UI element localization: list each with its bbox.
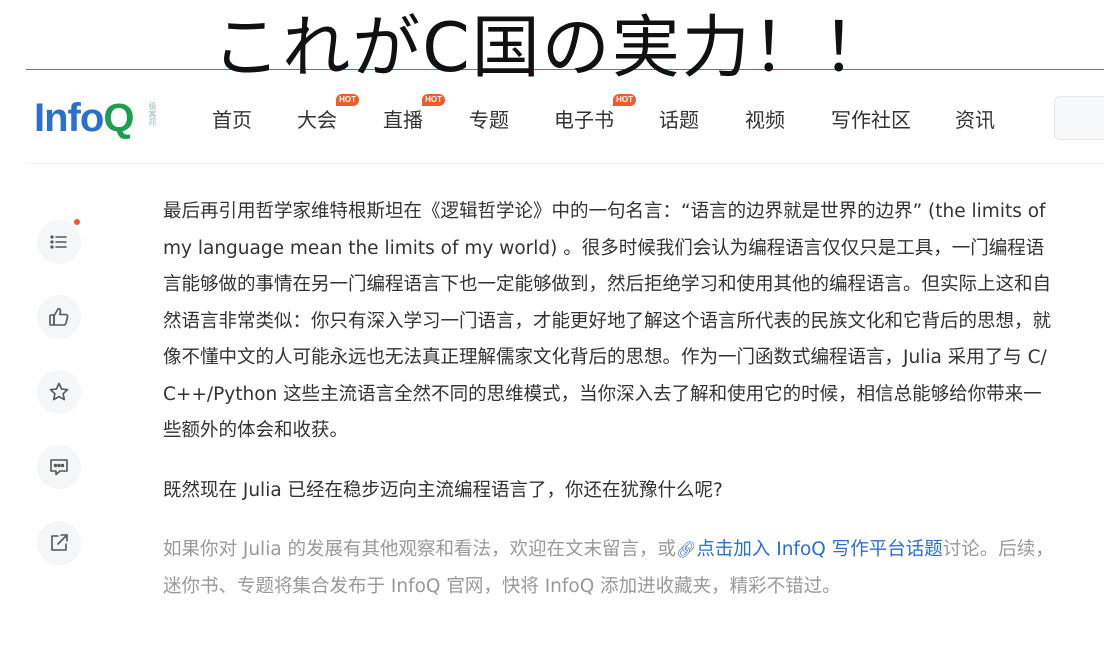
nav-label: 写作社区	[831, 108, 911, 132]
nav-label: 直播	[383, 108, 423, 132]
logo-info-text: Info	[34, 96, 104, 140]
page: これがC国の実力！！ InfoQ 极客邦 首页 大会 HOT 直播 HOT 专题 电…	[0, 0, 1104, 657]
nav-item-discussions[interactable]: 话题	[659, 104, 699, 133]
nav-item-video[interactable]: 视频	[745, 104, 785, 133]
nav-item-ebooks[interactable]: 电子书 HOT	[554, 94, 636, 133]
favorite-button[interactable]	[37, 370, 81, 414]
nav-item-home[interactable]: 首页	[212, 104, 252, 133]
nav-item-writing-community[interactable]: 写作社区	[831, 104, 911, 133]
thumbs-up-icon	[49, 307, 69, 326]
nav-label: 视频	[745, 108, 785, 132]
hot-badge: HOT	[336, 94, 359, 106]
hot-badge: HOT	[613, 94, 636, 106]
like-button[interactable]	[37, 295, 81, 339]
join-topic-link-text: 点击加入 InfoQ 写作平台话题	[696, 539, 943, 560]
nav-item-topics[interactable]: 专题	[469, 104, 509, 133]
article-paragraph: 既然现在 Julia 已经在稳步迈向主流编程语言了，你还在犹豫什么呢?	[163, 479, 723, 501]
join-topic-link[interactable]: 🔗︎点击加入 InfoQ 写作平台话题	[676, 539, 943, 560]
comment-icon	[50, 459, 68, 476]
nav-item-news[interactable]: 资讯	[955, 104, 995, 133]
search-input[interactable]	[1054, 96, 1104, 140]
nav-label: 首页	[212, 108, 252, 132]
nav-item-conference[interactable]: 大会 HOT	[297, 94, 359, 133]
article-footer-note: 如果你对 Julia 的发展有其他观察和看法，欢迎在文末留言，或🔗︎点击加入 I…	[163, 532, 1055, 605]
article-paragraph: 最后再引用哲学家维特根斯坦在《逻辑哲学论》中的一句名言：“语言的边界就是世界的边…	[163, 201, 1052, 441]
comment-button[interactable]	[37, 445, 81, 489]
notification-dot	[74, 219, 80, 225]
footer-text-before: 如果你对 Julia 的发展有其他观察和看法，欢迎在文末留言，或	[163, 539, 677, 560]
article-body: 最后再引用哲学家维特根斯坦在《逻辑哲学论》中的一句名言：“语言的边界就是世界的边…	[163, 194, 1055, 605]
site-header: InfoQ 极客邦 首页 大会 HOT 直播 HOT 专题 电子书 HOT 话题 视频…	[0, 90, 1104, 160]
logo-subtitle: 极客邦	[148, 102, 157, 126]
share-icon	[51, 534, 68, 551]
header-divider	[26, 163, 1104, 164]
star-icon	[49, 382, 69, 401]
nav-label: 专题	[469, 108, 509, 132]
nav-label: 大会	[297, 108, 337, 132]
hot-badge: HOT	[422, 94, 445, 106]
toc-button[interactable]	[37, 219, 81, 264]
infoq-logo[interactable]: InfoQ	[34, 94, 134, 142]
meme-caption: これがC国の実力！！	[212, 9, 892, 88]
nav-label: 电子书	[554, 108, 614, 132]
share-button[interactable]	[37, 521, 81, 565]
logo-q-text: Q	[103, 96, 134, 140]
link-icon: 🔗︎	[676, 540, 697, 559]
menu-icon	[50, 235, 67, 249]
nav-label: 话题	[659, 108, 699, 132]
nav-item-live[interactable]: 直播 HOT	[383, 94, 445, 133]
nav-label: 资讯	[955, 108, 995, 132]
